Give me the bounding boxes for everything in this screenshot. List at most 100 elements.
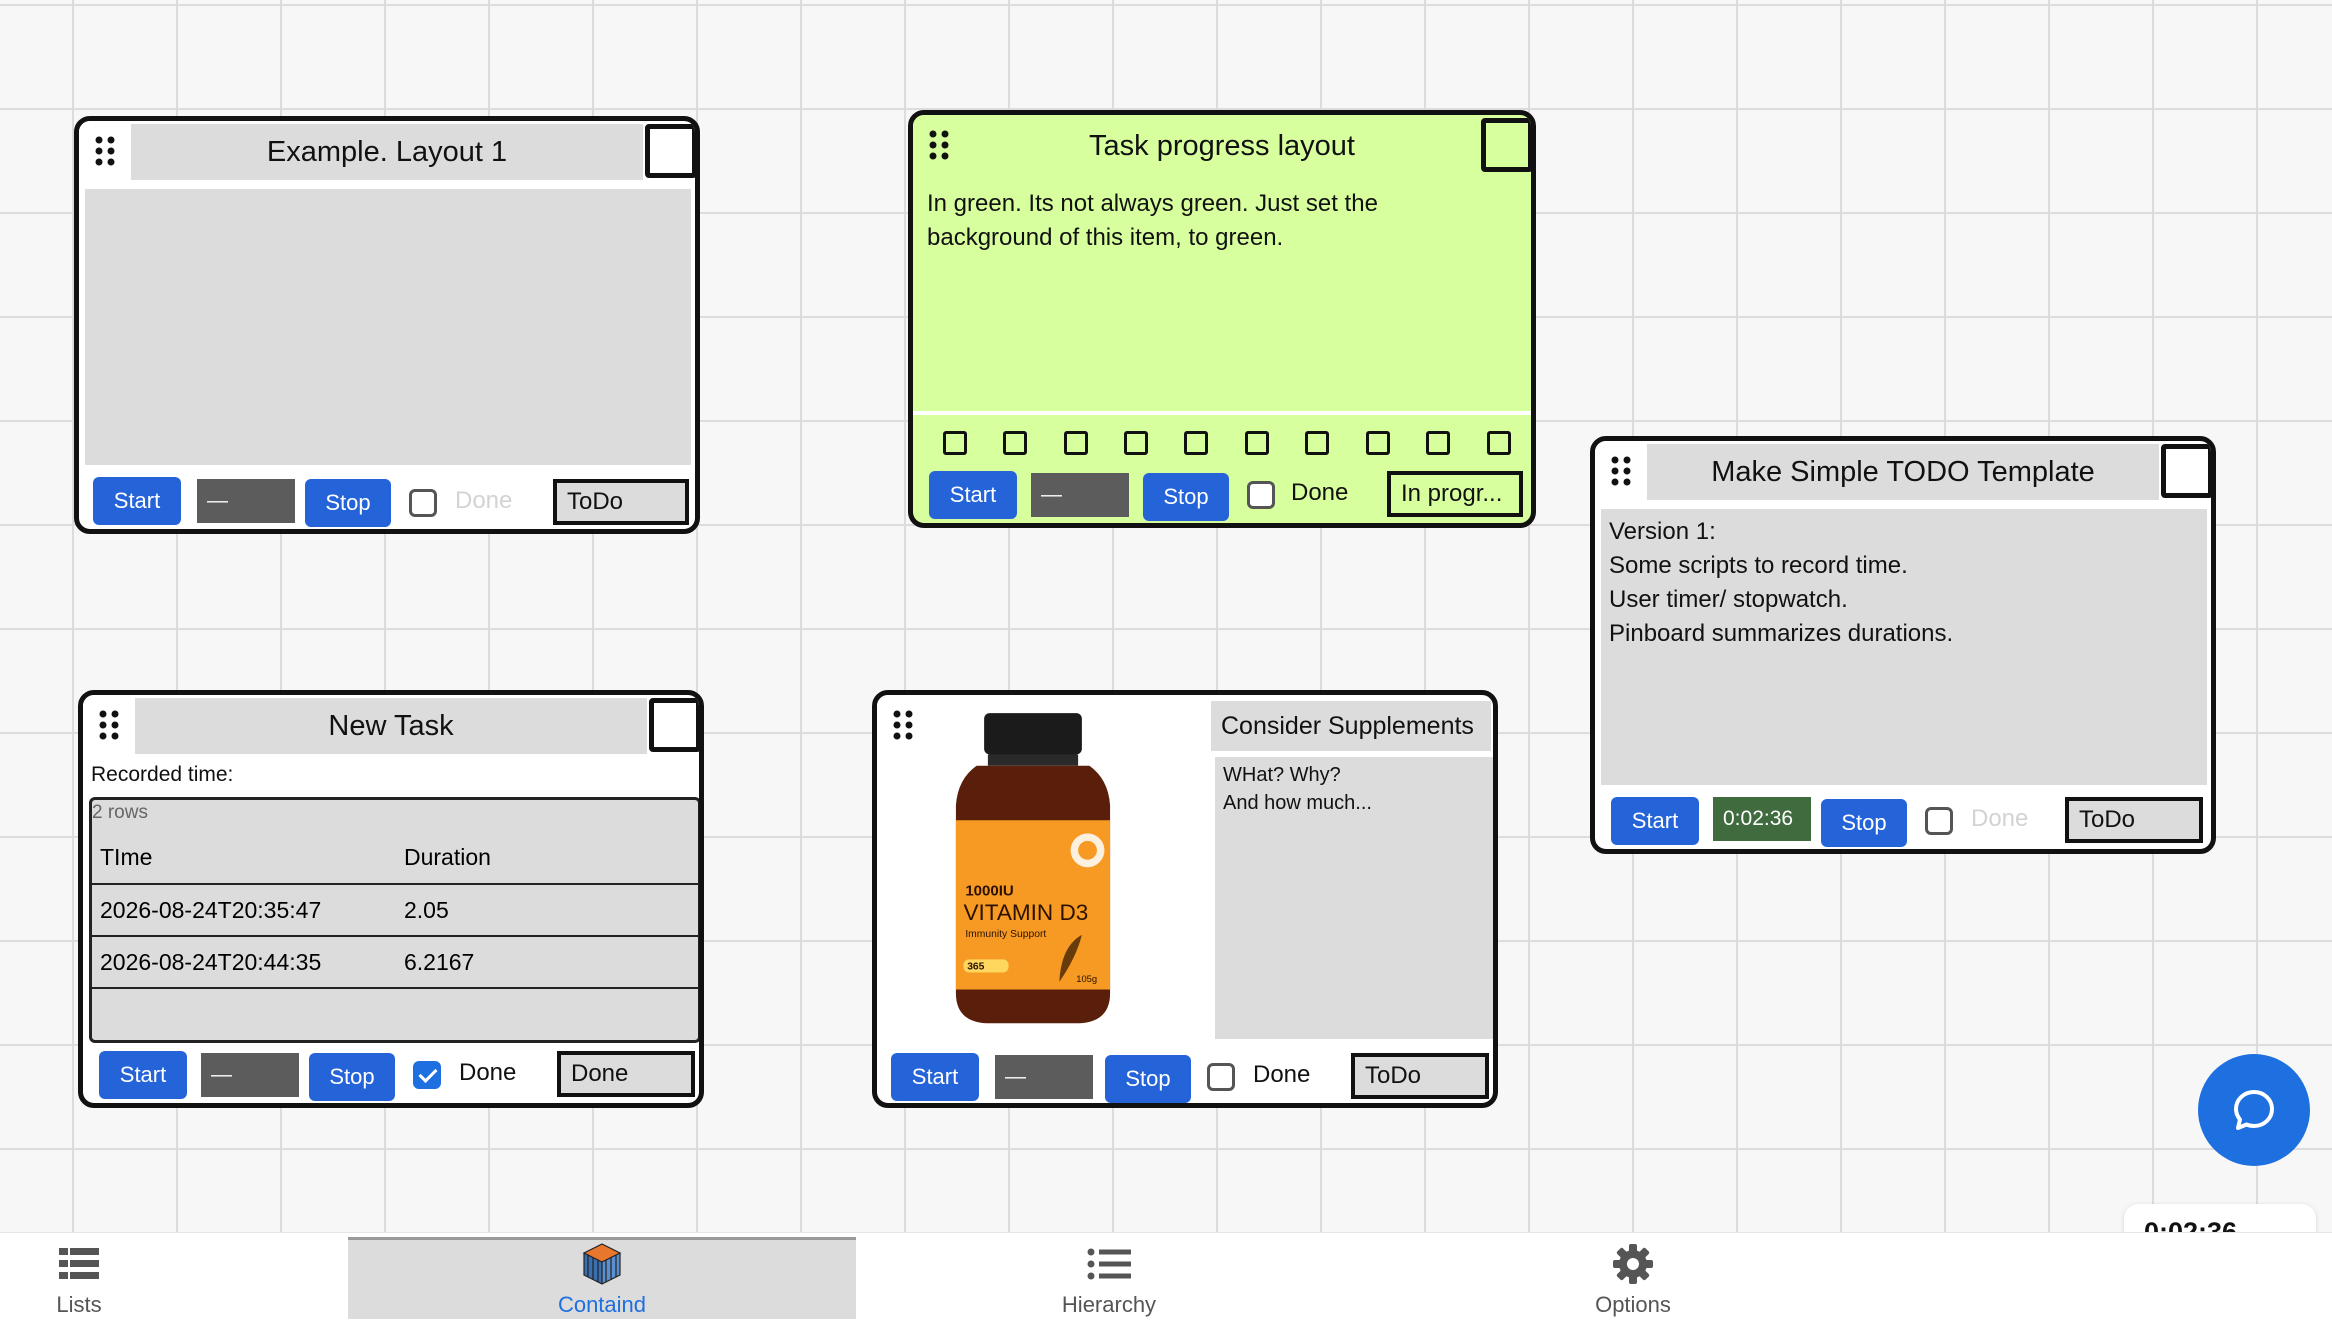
table-row[interactable]: 2026-08-24T20:44:35 6.2167 bbox=[92, 936, 698, 989]
bullet-list-icon bbox=[1087, 1242, 1131, 1286]
done-checkbox[interactable] bbox=[409, 489, 437, 517]
tab-containd[interactable]: Containd bbox=[348, 1237, 856, 1319]
bottom-tab-bar: Lists Containd Hierarchy Options bbox=[0, 1232, 2332, 1326]
chat-button[interactable] bbox=[2198, 1054, 2310, 1166]
corner-square[interactable] bbox=[2161, 444, 2211, 498]
status-field[interactable]: In progr... bbox=[1387, 471, 1523, 517]
progress-square[interactable] bbox=[1305, 431, 1329, 455]
bottle-dose: 1000IU bbox=[965, 882, 1013, 899]
vitamin-bottle-image: 1000IU VITAMIN D3 Immunity Support 365 1… bbox=[955, 713, 1111, 1024]
card-title: Make Simple TODO Template bbox=[1647, 444, 2159, 500]
done-label: Done bbox=[455, 487, 513, 514]
done-checkbox[interactable] bbox=[1925, 807, 1953, 835]
progress-square[interactable] bbox=[1184, 431, 1208, 455]
done-checkbox[interactable] bbox=[1247, 481, 1275, 509]
recorded-time-table-container[interactable]: 2 rows TIme Duration 2026-08-24T20:35:47… bbox=[89, 797, 699, 1043]
card-body-text: Version 1: Some scripts to record time. … bbox=[1601, 509, 2207, 785]
progress-square[interactable] bbox=[1245, 431, 1269, 455]
card-header: New Task bbox=[83, 695, 699, 755]
drag-handle-icon[interactable] bbox=[79, 121, 131, 181]
progress-square[interactable] bbox=[1487, 431, 1511, 455]
bottle-tagline: Immunity Support bbox=[965, 929, 1046, 940]
progress-square[interactable] bbox=[1366, 431, 1390, 455]
stop-button[interactable]: Stop bbox=[305, 479, 391, 527]
progress-square[interactable] bbox=[943, 431, 967, 455]
container-cube-icon bbox=[580, 1242, 624, 1286]
card-title: Consider Supplements bbox=[1211, 701, 1491, 751]
progress-square[interactable] bbox=[1124, 431, 1148, 455]
card-title: New Task bbox=[135, 698, 647, 754]
tab-options[interactable]: Options bbox=[1540, 1233, 1726, 1326]
status-field[interactable]: Done bbox=[557, 1051, 695, 1097]
tab-hierarchy[interactable]: Hierarchy bbox=[1012, 1233, 1206, 1326]
corner-square[interactable] bbox=[645, 124, 695, 178]
timer-display: 0:02:36 bbox=[1713, 797, 1811, 841]
card-title: Example. Layout 1 bbox=[131, 124, 643, 180]
timer-display: — bbox=[1031, 473, 1129, 517]
drag-handle-icon[interactable] bbox=[1595, 441, 1647, 501]
card-body-text: In green. Its not always green. Just set… bbox=[927, 190, 1378, 251]
card-content-area bbox=[85, 189, 691, 465]
done-label: Done bbox=[459, 1059, 517, 1086]
card-header: Make Simple TODO Template bbox=[1595, 441, 2211, 501]
start-button[interactable]: Start bbox=[93, 477, 181, 525]
recorded-time-label: Recorded time: bbox=[91, 763, 234, 786]
done-checkbox[interactable] bbox=[413, 1061, 441, 1089]
bottle-count: 365 bbox=[967, 962, 984, 973]
progress-divider bbox=[913, 411, 1531, 415]
card-body-text: WHat? Why? And how much... bbox=[1215, 757, 1493, 1039]
timer-display: — bbox=[201, 1053, 299, 1097]
rows-count: 2 rows bbox=[92, 802, 148, 823]
tab-label: Options bbox=[1595, 1292, 1671, 1317]
card-consider-supplements[interactable]: 1000IU VITAMIN D3 Immunity Support 365 1… bbox=[872, 690, 1498, 1108]
stop-button[interactable]: Stop bbox=[309, 1053, 395, 1101]
stop-button[interactable]: Stop bbox=[1105, 1055, 1191, 1103]
column-header: TIme bbox=[92, 832, 396, 885]
tab-label: Lists bbox=[56, 1292, 102, 1317]
done-label: Done bbox=[1253, 1061, 1311, 1088]
table-row[interactable]: 2026-08-24T20:35:47 2.05 bbox=[92, 884, 698, 937]
tab-lists[interactable]: Lists bbox=[0, 1233, 158, 1326]
table-cell: 2026-08-24T20:44:35 bbox=[92, 936, 396, 989]
drag-handle-icon[interactable] bbox=[877, 695, 929, 755]
timer-display: — bbox=[197, 479, 295, 523]
table-header-row: TIme Duration bbox=[92, 832, 698, 885]
gear-icon bbox=[1611, 1242, 1655, 1286]
card-make-simple-todo-template[interactable]: Make Simple TODO Template Version 1: Som… bbox=[1590, 436, 2216, 854]
corner-square[interactable] bbox=[1481, 118, 1531, 172]
card-title: Task progress layout bbox=[965, 118, 1479, 174]
card-task-progress-layout[interactable]: Task progress layout In green. Its not a… bbox=[908, 110, 1536, 528]
bottle-weight: 105g bbox=[1076, 973, 1097, 984]
status-field[interactable]: ToDo bbox=[2065, 797, 2203, 843]
done-label: Done bbox=[1971, 805, 2029, 832]
chat-bubble-icon bbox=[2234, 1090, 2274, 1130]
start-button[interactable]: Start bbox=[891, 1053, 979, 1101]
bottle-name: VITAMIN D3 bbox=[963, 900, 1088, 925]
progress-square[interactable] bbox=[1003, 431, 1027, 455]
card-example-layout-1[interactable]: Example. Layout 1 Start — Stop Done ToDo bbox=[74, 116, 700, 534]
status-field[interactable]: ToDo bbox=[1351, 1053, 1489, 1099]
list-icon bbox=[59, 1242, 99, 1286]
table-cell: 2026-08-24T20:35:47 bbox=[92, 884, 396, 937]
recorded-time-table: TIme Duration 2026-08-24T20:35:47 2.05 2… bbox=[92, 832, 698, 989]
start-button[interactable]: Start bbox=[1611, 797, 1699, 845]
tab-label: Containd bbox=[557, 1291, 647, 1317]
stop-button[interactable]: Stop bbox=[1143, 473, 1229, 521]
stop-button[interactable]: Stop bbox=[1821, 799, 1907, 847]
done-label: Done bbox=[1291, 479, 1349, 506]
start-button[interactable]: Start bbox=[929, 471, 1017, 519]
table-cell: 6.2167 bbox=[396, 936, 698, 989]
timer-display: — bbox=[995, 1055, 1093, 1099]
progress-square[interactable] bbox=[1064, 431, 1088, 455]
card-new-task[interactable]: New Task Recorded time: 2 rows TIme Dura… bbox=[78, 690, 704, 1108]
start-button[interactable]: Start bbox=[99, 1051, 187, 1099]
tab-label: Hierarchy bbox=[1061, 1292, 1157, 1317]
corner-square[interactable] bbox=[649, 698, 699, 752]
card-header: Task progress layout bbox=[913, 115, 1531, 175]
status-field[interactable]: ToDo bbox=[553, 479, 689, 525]
drag-handle-icon[interactable] bbox=[913, 115, 965, 175]
card-header: Example. Layout 1 bbox=[79, 121, 695, 181]
done-checkbox[interactable] bbox=[1207, 1063, 1235, 1091]
progress-square[interactable] bbox=[1426, 431, 1450, 455]
drag-handle-icon[interactable] bbox=[83, 695, 135, 755]
